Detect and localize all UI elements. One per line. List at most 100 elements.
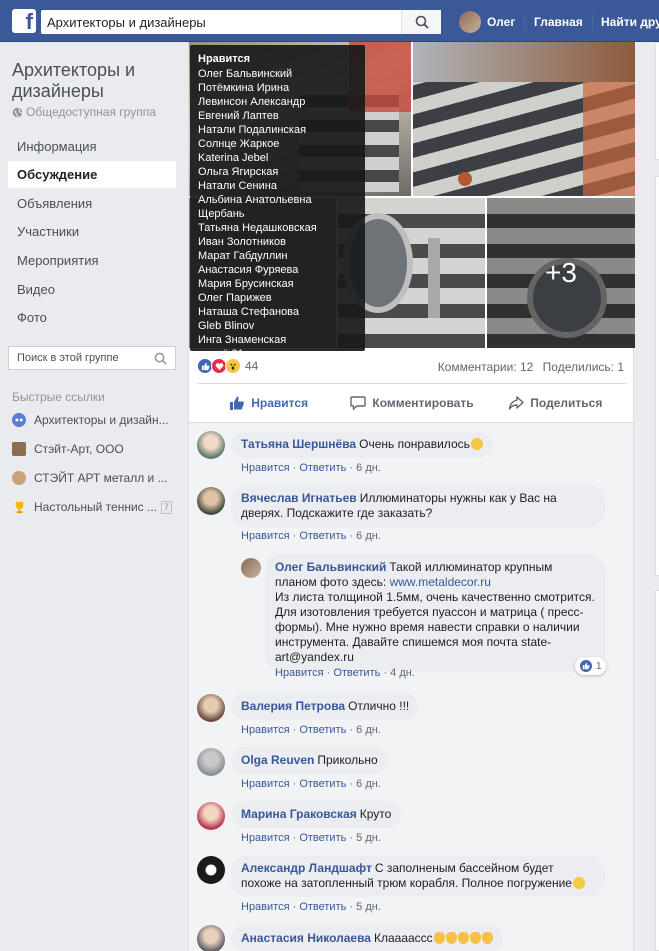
quick-link-group[interactable]: ●● Архитекторы и дизайн... [12, 413, 182, 427]
comment-icon [350, 395, 367, 411]
nav-info[interactable]: Информация [8, 133, 176, 160]
like-count: 1 [596, 660, 602, 672]
liker-name: Наташа Стефанова [198, 306, 300, 318]
comment-author[interactable]: Олег Бальвинский [275, 560, 386, 574]
separator: · [289, 530, 300, 542]
comment-link[interactable]: www.metaldecor.ru [390, 575, 491, 589]
comment-time[interactable]: 6 дн. [356, 778, 381, 790]
comment-text: Очень понравилось [359, 437, 470, 451]
nav-videos[interactable]: Видео [8, 276, 176, 303]
comment-reply-link[interactable]: Ответить [299, 724, 346, 736]
post-photo[interactable] [413, 42, 635, 196]
liker-name: Олег Парижев [198, 292, 272, 304]
comment-like-link[interactable]: Нравится [275, 667, 324, 679]
profile-link[interactable]: Олег [459, 11, 515, 33]
avatar[interactable] [197, 856, 225, 884]
comment-author[interactable]: Марина Граковская [241, 807, 357, 821]
liker-name: Левинсон Александр [198, 96, 306, 108]
comment-like-link[interactable]: Нравится [241, 724, 290, 736]
facebook-logo-icon[interactable]: f [12, 9, 36, 34]
liker-name: Олег Бальвинский [198, 68, 293, 80]
comment-text: Прикольно [317, 753, 378, 767]
comment-author[interactable]: Анастасия Николаева [241, 931, 371, 945]
post-photo[interactable]: +3 [487, 198, 635, 348]
avatar[interactable] [197, 802, 225, 830]
comments-count-link[interactable]: Комментарии: 12 [438, 360, 534, 374]
search-icon[interactable] [401, 10, 441, 34]
notification-count-badge: 7 [160, 500, 172, 514]
clap-emoji-icon [469, 932, 481, 944]
top-bar: f Архитекторы и дизайнеры Олег Главная Н… [0, 0, 659, 42]
comment-author[interactable]: Olga Reuven [241, 753, 314, 767]
liker-name: Марат Габдуллин [198, 250, 288, 262]
liker-name: Ольга Ягирская [198, 166, 279, 178]
global-search[interactable]: Архитекторы и дизайнеры [41, 10, 441, 34]
comment-reply-link[interactable]: Ответить [299, 778, 346, 790]
like-button[interactable]: Нравится [197, 384, 340, 421]
avatar[interactable] [197, 487, 225, 515]
comment-reply-link[interactable]: Ответить [299, 530, 346, 542]
group-search[interactable]: Поиск в этой группе [8, 346, 176, 370]
avatar[interactable] [197, 431, 225, 459]
group-privacy: Общедоступная группа [12, 105, 156, 119]
quick-link-group[interactable]: Настольный теннис ... 7 [12, 500, 182, 514]
page-icon [12, 442, 26, 456]
share-button[interactable]: Поделиться [484, 384, 627, 421]
share-button-label: Поделиться [530, 395, 603, 410]
comment-meta: Нравится · Ответить · 6 дн. [241, 462, 381, 474]
nav-members[interactable]: Участники [8, 218, 176, 245]
avatar[interactable] [241, 558, 261, 578]
comment-time[interactable]: 5 дн. [356, 901, 381, 913]
comment-bubble: Александр Ландшафт С заполненым бассейном… [231, 855, 605, 897]
comment-author[interactable]: Валерия Петрова [241, 699, 345, 713]
group-search-input[interactable]: Поиск в этой группе [9, 352, 154, 364]
comment-like-link[interactable]: Нравится [241, 901, 290, 913]
search-input[interactable]: Архитекторы и дизайнеры [41, 15, 401, 30]
shares-count-link[interactable]: Поделились: 1 [543, 360, 624, 374]
comment-time[interactable]: 6 дн. [356, 724, 381, 736]
comment-reply-link[interactable]: Ответить [299, 832, 346, 844]
find-friends-link[interactable]: Найти дру [601, 15, 659, 29]
comment-like-link[interactable]: Нравится [241, 778, 290, 790]
comment-time[interactable]: 4 дн. [390, 667, 415, 679]
quick-link-label: Архитекторы и дизайн... [34, 413, 169, 427]
home-link[interactable]: Главная [534, 15, 583, 29]
like-button-label: Нравится [251, 395, 309, 410]
avatar[interactable] [197, 925, 225, 951]
comment-like-link[interactable]: Нравится [241, 462, 290, 474]
avatar[interactable] [197, 748, 225, 776]
page-icon [12, 471, 26, 485]
comment-like-link[interactable]: Нравится [241, 832, 290, 844]
comment-button[interactable]: Комментировать [340, 384, 483, 421]
group-type-label: Общедоступная группа [26, 105, 156, 119]
comment-reply-link[interactable]: Ответить [299, 462, 346, 474]
nav-discussion[interactable]: Обсуждение [8, 161, 176, 188]
comments-section: Татьяна Шершнёва Очень понравилось Нравит… [189, 422, 633, 951]
nav-events[interactable]: Мероприятия [8, 247, 176, 274]
like-reaction-icon [579, 659, 593, 673]
comment-like-count[interactable]: 1 [575, 657, 606, 675]
comment-reply-link[interactable]: Ответить [299, 901, 346, 913]
nav-photos[interactable]: Фото [8, 304, 176, 331]
quick-link-page[interactable]: СТЭЙТ АРТ металл и ... [12, 471, 182, 485]
nav-announcements[interactable]: Объявления [8, 190, 176, 217]
group-title[interactable]: Архитекторы и дизайнеры [12, 60, 182, 102]
search-icon[interactable] [154, 352, 167, 365]
thumbs-up-icon [230, 396, 245, 410]
more-photos-overlay[interactable]: +3 [487, 198, 635, 348]
comment-meta: Нравится · Ответить · 5 дн. [241, 901, 381, 913]
liker-name: Анастасия Фуряева [198, 264, 299, 276]
comment-time[interactable]: 5 дн. [356, 832, 381, 844]
separator: · [346, 901, 357, 913]
comment-like-link[interactable]: Нравится [241, 530, 290, 542]
comment-reply-link[interactable]: Ответить [333, 667, 380, 679]
separator: · [289, 778, 300, 790]
comment-text: Клаааассс [373, 931, 433, 945]
quick-link-page[interactable]: Стэйт-Арт, ООО [12, 442, 182, 456]
comment-author[interactable]: Татьяна Шершнёва [241, 437, 356, 451]
comment-time[interactable]: 6 дн. [356, 462, 381, 474]
comment-author[interactable]: Вячеслав Игнатьев [241, 491, 357, 505]
avatar[interactable] [197, 694, 225, 722]
comment-author[interactable]: Александр Ландшафт [241, 861, 372, 875]
comment-time[interactable]: 6 дн. [356, 530, 381, 542]
